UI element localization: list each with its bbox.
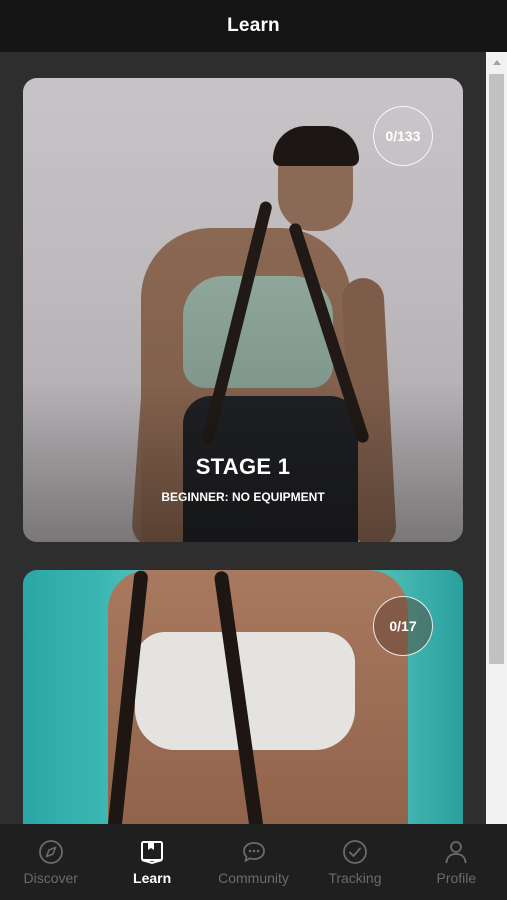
tab-label: Community	[218, 870, 289, 886]
stage-list[interactable]: 0/133 STAGE 1 BEGINNER: NO EQUIPMENT 0/1…	[0, 52, 486, 824]
book-icon	[141, 841, 164, 865]
tab-label: Profile	[436, 870, 477, 886]
scroll-up-arrow[interactable]	[486, 52, 507, 73]
tab-profile[interactable]: Profile	[406, 824, 507, 900]
tab-learn[interactable]: Learn	[101, 824, 202, 900]
progress-badge: 0/133	[373, 106, 433, 166]
scrollbar[interactable]	[486, 52, 507, 824]
stage-card-2[interactable]: 0/17	[23, 570, 463, 824]
app-header: Learn	[0, 0, 507, 52]
scroll-thumb[interactable]	[489, 74, 504, 664]
person-icon	[445, 841, 467, 864]
stage-title: STAGE 1	[195, 454, 291, 479]
compass-icon	[38, 840, 63, 864]
tab-discover[interactable]: Discover	[0, 824, 101, 900]
stage-card-1[interactable]: 0/133 STAGE 1 BEGINNER: NO EQUIPMENT	[23, 78, 463, 542]
chat-icon	[242, 842, 265, 862]
tab-label: Learn	[133, 870, 172, 886]
tab-tracking[interactable]: Tracking	[304, 824, 405, 900]
tab-label: Discover	[23, 870, 78, 886]
stage-subtitle: BEGINNER: NO EQUIPMENT	[161, 490, 325, 504]
tab-label: Tracking	[328, 870, 382, 886]
check-circle-icon	[343, 840, 367, 864]
page-title: Learn	[227, 15, 280, 36]
tab-community[interactable]: Community	[203, 824, 304, 900]
progress-badge: 0/17	[373, 596, 433, 656]
bottom-tab-bar: Discover Learn Community Tracking Profil…	[0, 824, 507, 900]
photo-figure	[273, 126, 359, 166]
